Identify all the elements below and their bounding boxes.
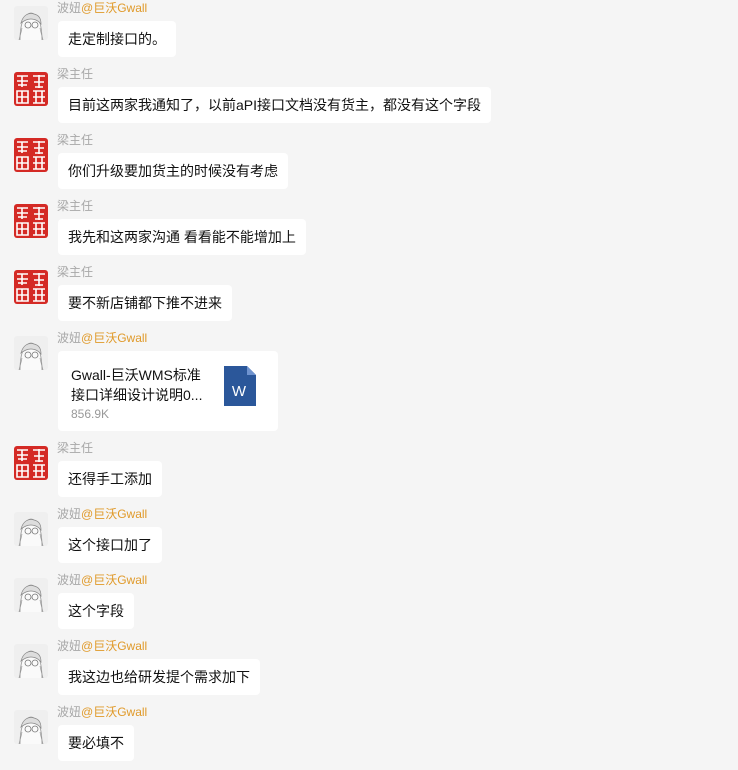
sketch-avatar-icon bbox=[14, 578, 48, 612]
sender-name: 梁主任 bbox=[57, 199, 93, 213]
message-bubble[interactable]: 要必填不 bbox=[58, 725, 134, 761]
sender-tag: @巨沃Gwall bbox=[81, 639, 148, 653]
file-card[interactable]: Gwall-巨沃WMS标准 接口详细设计说明0... 856.9K W bbox=[58, 351, 278, 431]
sketch-avatar-icon bbox=[14, 710, 48, 744]
avatar[interactable] bbox=[14, 204, 48, 238]
message-bubble[interactable]: 目前这两家我通知了，以前aPI接口文档没有货主，都没有这个字段 bbox=[58, 87, 492, 123]
word-icon: W bbox=[224, 366, 256, 406]
sender-name: 波妞@巨沃Gwall bbox=[57, 573, 147, 587]
sketch-avatar-icon bbox=[14, 336, 48, 370]
avatar[interactable] bbox=[14, 270, 48, 304]
red-seal-avatar-icon bbox=[14, 72, 48, 106]
avatar[interactable] bbox=[14, 446, 48, 480]
sender-name: 波妞@巨沃Gwall bbox=[57, 1, 147, 15]
sketch-avatar-icon bbox=[14, 644, 48, 678]
message-bubble[interactable]: 这个接口加了 bbox=[58, 527, 162, 563]
sender-label: 梁主任 bbox=[57, 265, 94, 279]
red-seal-avatar-icon bbox=[14, 446, 48, 480]
message-bubble[interactable]: 我先和这两家沟通 看看能不能增加上 bbox=[58, 219, 306, 255]
file-name: Gwall-巨沃WMS标准 接口详细设计说明0... bbox=[71, 367, 203, 403]
message-bubble[interactable]: 你们升级要加货主的时候没有考虑 bbox=[58, 153, 288, 189]
sender-name: 波妞@巨沃Gwall bbox=[57, 705, 147, 719]
sender-label: 波妞 bbox=[57, 639, 82, 653]
sender-label: 梁主任 bbox=[57, 199, 94, 213]
avatar[interactable] bbox=[14, 644, 48, 678]
sender-label: 波妞 bbox=[57, 705, 82, 719]
sender-tag: @巨沃Gwall bbox=[81, 507, 148, 521]
sender-label: 波妞 bbox=[57, 573, 82, 587]
red-seal-avatar-icon bbox=[14, 138, 48, 172]
message-bubble[interactable]: 这个字段 bbox=[58, 593, 134, 629]
message-bubble[interactable]: 走定制接口的。 bbox=[58, 21, 176, 57]
red-seal-avatar-icon bbox=[14, 204, 48, 238]
sender-name: 波妞@巨沃Gwall bbox=[57, 507, 147, 521]
word-icon-letter: W bbox=[232, 383, 247, 400]
message-bubble[interactable]: 还得手工添加 bbox=[58, 461, 162, 497]
sketch-avatar-icon bbox=[14, 512, 48, 546]
sender-name: 梁主任 bbox=[57, 67, 93, 81]
sender-name: 波妞@巨沃Gwall bbox=[57, 639, 147, 653]
avatar[interactable] bbox=[14, 336, 48, 370]
sender-name: 梁主任 bbox=[57, 441, 93, 455]
avatar[interactable] bbox=[14, 710, 48, 744]
sender-name: 梁主任 bbox=[57, 133, 93, 147]
sender-label: 波妞 bbox=[57, 507, 82, 521]
avatar[interactable] bbox=[14, 512, 48, 546]
red-seal-avatar-icon bbox=[14, 270, 48, 304]
sketch-avatar-icon bbox=[14, 6, 48, 40]
sender-label: 梁主任 bbox=[57, 441, 94, 455]
sender-label: 波妞 bbox=[57, 331, 82, 345]
avatar[interactable] bbox=[14, 72, 48, 106]
message-bubble[interactable]: 要不新店铺都下推不进来 bbox=[58, 285, 232, 321]
sender-tag: @巨沃Gwall bbox=[81, 331, 148, 345]
file-size: 856.9K bbox=[71, 407, 110, 421]
sender-name: 梁主任 bbox=[57, 265, 93, 279]
sender-label: 梁主任 bbox=[57, 67, 94, 81]
avatar[interactable] bbox=[14, 6, 48, 40]
sender-tag: @巨沃Gwall bbox=[81, 705, 148, 719]
sender-name: 波妞@巨沃Gwall bbox=[57, 331, 147, 345]
message-bubble[interactable]: 我这边也给研发提个需求加下 bbox=[58, 659, 260, 695]
sender-tag: @巨沃Gwall bbox=[81, 1, 148, 15]
avatar[interactable] bbox=[14, 138, 48, 172]
sender-label: 梁主任 bbox=[57, 133, 94, 147]
avatar[interactable] bbox=[14, 578, 48, 612]
sender-label: 波妞 bbox=[57, 1, 82, 15]
sender-tag: @巨沃Gwall bbox=[81, 573, 148, 587]
